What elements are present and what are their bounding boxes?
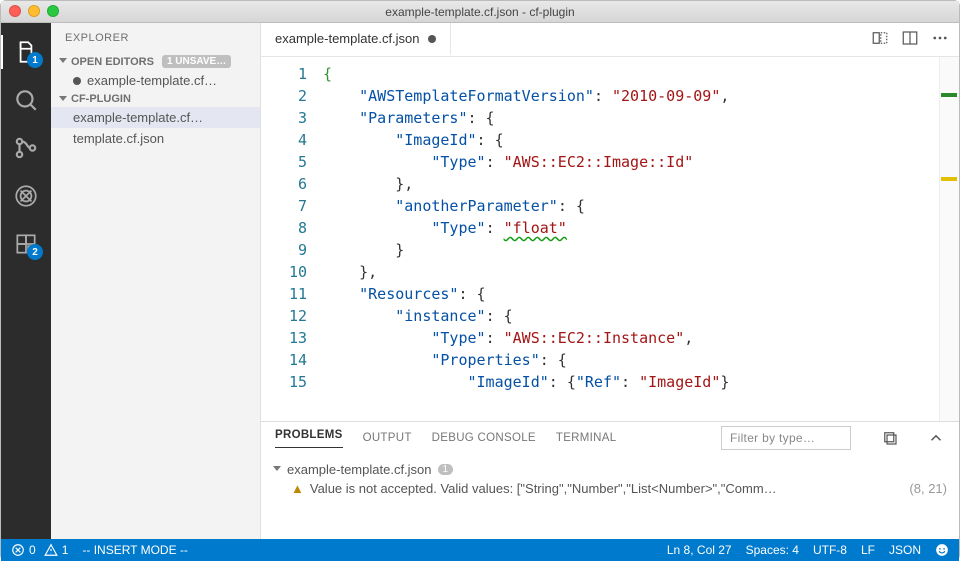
maximize-window-button[interactable] — [47, 5, 59, 17]
extensions-badge: 2 — [27, 244, 43, 260]
collapse-all-icon[interactable] — [881, 429, 899, 447]
activity-debug[interactable] — [1, 175, 51, 217]
tab-modified-dot-icon — [428, 35, 436, 43]
line-gutter: 123456789101112131415 — [261, 57, 317, 421]
status-bar: 0 1 -- INSERT MODE -- Ln 8, Col 27 Space… — [1, 539, 959, 561]
filter-input[interactable]: Filter by type… — [721, 426, 851, 450]
status-feedback-icon[interactable] — [935, 543, 949, 557]
status-editor-mode[interactable]: -- INSERT MODE -- — [82, 543, 188, 557]
chevron-down-icon — [273, 466, 281, 471]
minimap[interactable] — [939, 57, 959, 421]
panel-tab-output[interactable]: OUTPUT — [363, 432, 412, 444]
minimize-window-button[interactable] — [28, 5, 40, 17]
code-content[interactable]: { "AWSTemplateFormatVersion": "2010-09-0… — [317, 57, 939, 421]
status-ln-col[interactable]: Ln 8, Col 27 — [667, 543, 732, 557]
close-window-button[interactable] — [9, 5, 21, 17]
window-title: example-template.cf.json - cf-plugin — [385, 5, 574, 19]
activity-explorer[interactable]: 1 — [1, 31, 51, 73]
editor-area: example-template.cf.json 123456789101112… — [261, 23, 959, 539]
panel-tab-terminal[interactable]: TERMINAL — [556, 432, 617, 444]
workspace-header[interactable]: CF-PLUGIN — [51, 91, 260, 107]
open-editor-item[interactable]: example-template.cf… — [51, 70, 260, 91]
unsaved-badge: 1 UNSAVE… — [162, 55, 231, 68]
activity-scm[interactable] — [1, 127, 51, 169]
activity-bar: 1 2 — [1, 23, 51, 539]
sidebar: EXPLORER OPEN EDITORS 1 UNSAVE… example-… — [51, 23, 261, 539]
chevron-up-icon[interactable] — [927, 429, 945, 447]
warning-icon: ▲ — [291, 481, 304, 496]
activity-search[interactable] — [1, 79, 51, 121]
panel-tab-debug-console[interactable]: DEBUG CONSOLE — [432, 432, 536, 444]
explorer-badge: 1 — [27, 52, 43, 68]
status-encoding[interactable]: UTF-8 — [813, 543, 847, 557]
panel: PROBLEMS OUTPUT DEBUG CONSOLE TERMINAL F… — [261, 421, 959, 539]
activity-extensions[interactable]: 2 — [1, 223, 51, 265]
problems-file-row[interactable]: example-template.cf.json 1 — [273, 460, 947, 479]
status-errors[interactable]: 0 — [11, 543, 36, 557]
status-warnings[interactable]: 1 — [44, 543, 69, 557]
chevron-down-icon — [59, 58, 67, 63]
status-indent[interactable]: Spaces: 4 — [746, 543, 799, 557]
compare-icon[interactable] — [871, 29, 889, 50]
panel-tab-problems[interactable]: PROBLEMS — [275, 429, 343, 448]
code-editor[interactable]: 123456789101112131415 { "AWSTemplateForm… — [261, 57, 959, 421]
file-tree-item[interactable]: example-template.cf… — [51, 107, 260, 128]
status-eol[interactable]: LF — [861, 543, 875, 557]
status-language[interactable]: JSON — [889, 543, 921, 557]
modified-dot-icon — [73, 77, 81, 85]
sidebar-title: EXPLORER — [51, 23, 260, 53]
problem-item[interactable]: ▲ Value is not accepted. Valid values: [… — [273, 479, 947, 498]
file-tree-item[interactable]: template.cf.json — [51, 128, 260, 149]
open-editors-header[interactable]: OPEN EDITORS 1 UNSAVE… — [51, 53, 260, 70]
titlebar: example-template.cf.json - cf-plugin — [1, 1, 959, 23]
problem-count-badge: 1 — [438, 464, 454, 475]
traffic-lights — [9, 5, 59, 17]
tab-label: example-template.cf.json — [275, 31, 420, 46]
editor-tab-active[interactable]: example-template.cf.json — [261, 23, 451, 56]
more-icon[interactable] — [931, 29, 949, 50]
chevron-down-icon — [59, 96, 67, 101]
editor-tab-row: example-template.cf.json — [261, 23, 959, 57]
split-editor-icon[interactable] — [901, 29, 919, 50]
